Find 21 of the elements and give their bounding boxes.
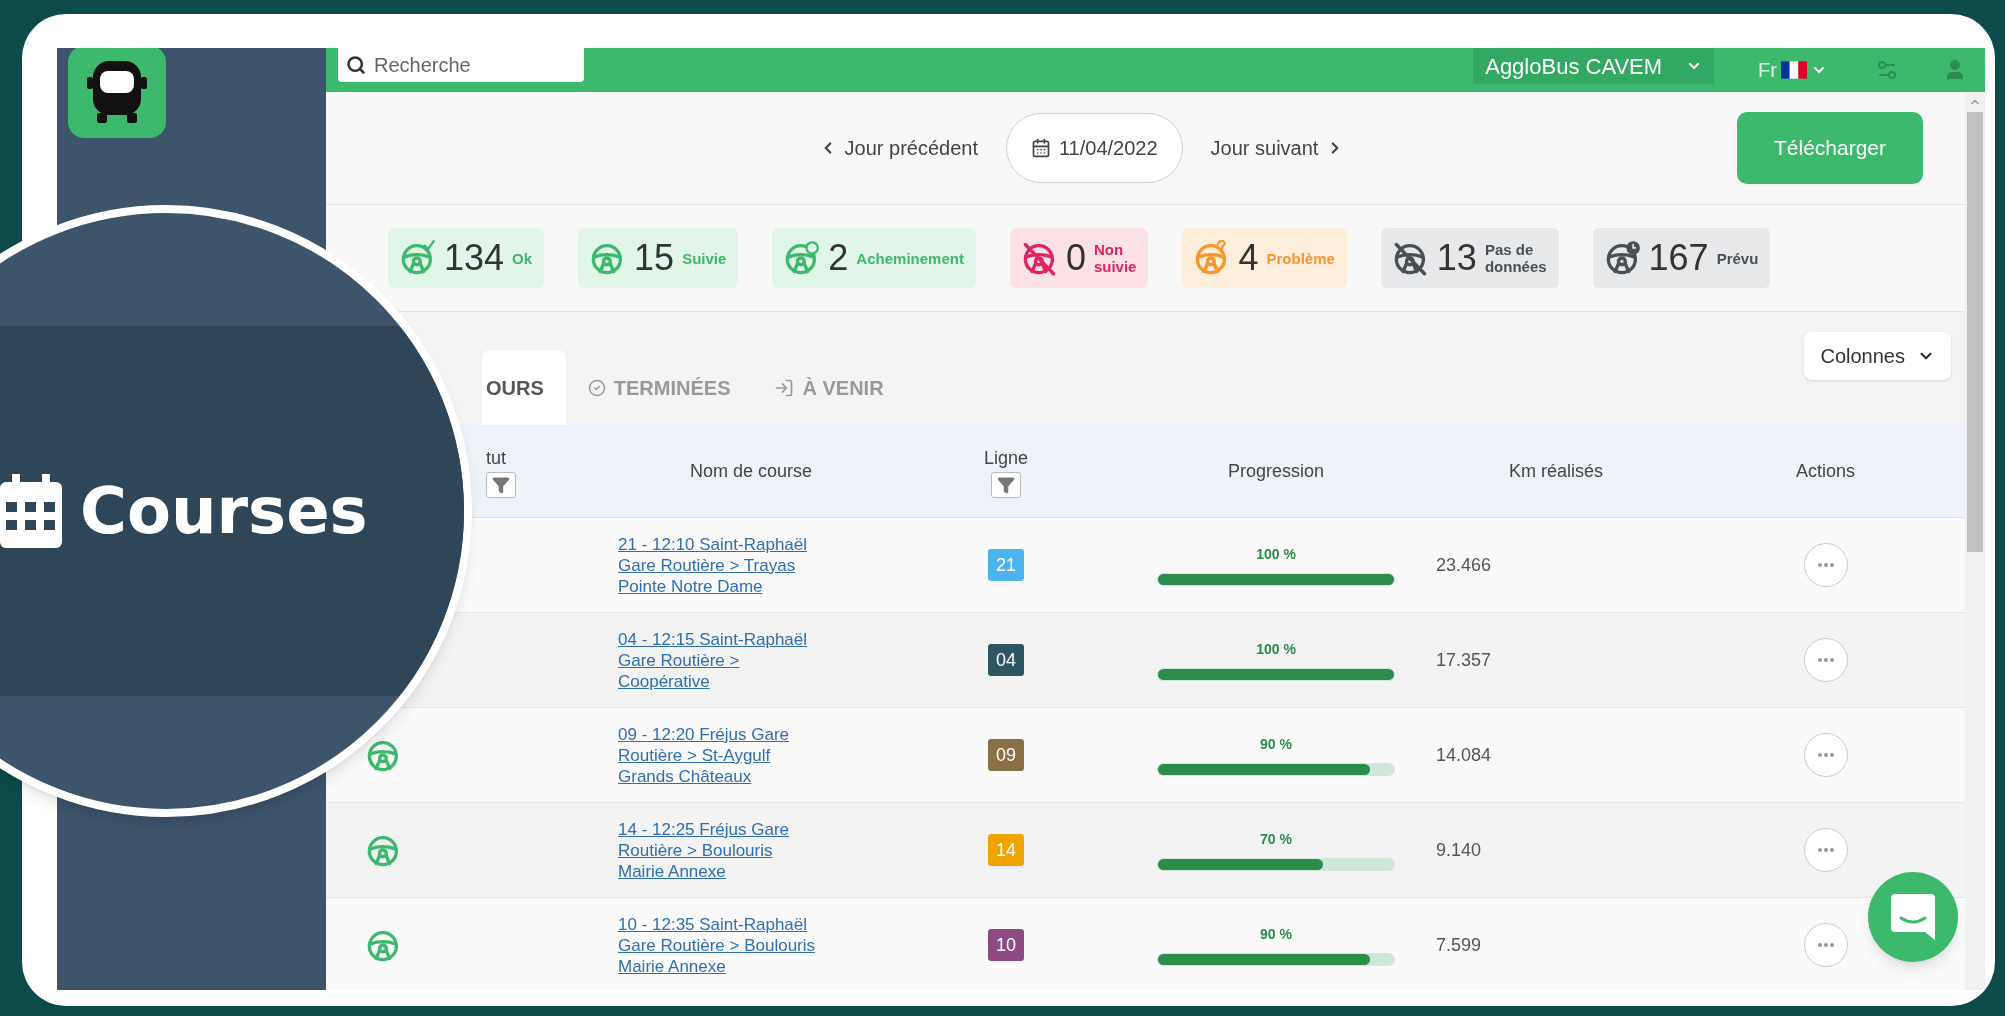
line-badge: 04 — [988, 644, 1024, 676]
progress-label: 100 % — [1256, 545, 1296, 564]
line-badge: 21 — [988, 549, 1024, 581]
km-value: 7.599 — [1435, 933, 1483, 957]
column-header: Actions — [1796, 459, 1855, 483]
column-header: Progression — [1227, 459, 1324, 483]
km-value: 17.357 — [1435, 648, 1493, 672]
progress-label: 90 % — [1260, 925, 1292, 944]
progress-label: 100 % — [1256, 640, 1296, 659]
km-value: 9.140 — [1435, 838, 1483, 862]
progress-label: 90 % — [1260, 735, 1292, 754]
line-badge: 14 — [988, 834, 1024, 866]
column-header: Nom de course — [689, 459, 813, 483]
progress-label: 70 % — [1260, 830, 1292, 849]
line-badge: 09 — [988, 739, 1024, 771]
column-header: tut — [486, 446, 506, 470]
column-header: Km réalisés — [1509, 459, 1603, 483]
line-badge: 10 — [988, 929, 1024, 961]
km-value: 23.466 — [1435, 553, 1493, 577]
column-header: Ligne — [983, 446, 1028, 470]
km-value: 14.084 — [1435, 743, 1493, 767]
